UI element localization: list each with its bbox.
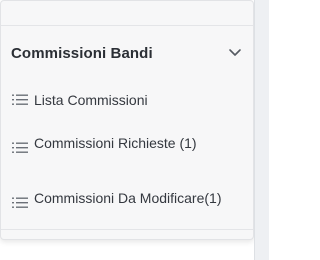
screenshot-frame: Commissioni Bandi Lista Commissioni Comm… [0,0,269,260]
sidebar-item-label: Lista Commissioni [34,92,148,108]
sidebar-item-label: Commissioni Da Modificare(1) [34,190,222,206]
commissioni-bandi-section-header[interactable]: Commissioni Bandi [1,36,253,70]
list-icon [12,94,28,105]
panel-bottom-divider [1,229,253,230]
section-title: Commissioni Bandi [11,45,153,62]
sidebar-item-label: Commissioni Richieste (1) [34,135,197,151]
sidebar-item-commissioni-da-modificare[interactable]: Commissioni Da Modificare(1) [1,188,253,222]
panel-top-strip [1,1,253,26]
sidebar-item-commissioni-richieste[interactable]: Commissioni Richieste (1) [1,133,253,167]
chevron-down-icon[interactable] [227,45,243,61]
content-area-edge [254,0,269,260]
sidebar-item-lista-commissioni[interactable]: Lista Commissioni [1,89,253,111]
list-icon [12,197,28,208]
list-icon [12,142,28,153]
sidebar-panel: Commissioni Bandi Lista Commissioni Comm… [0,0,254,240]
